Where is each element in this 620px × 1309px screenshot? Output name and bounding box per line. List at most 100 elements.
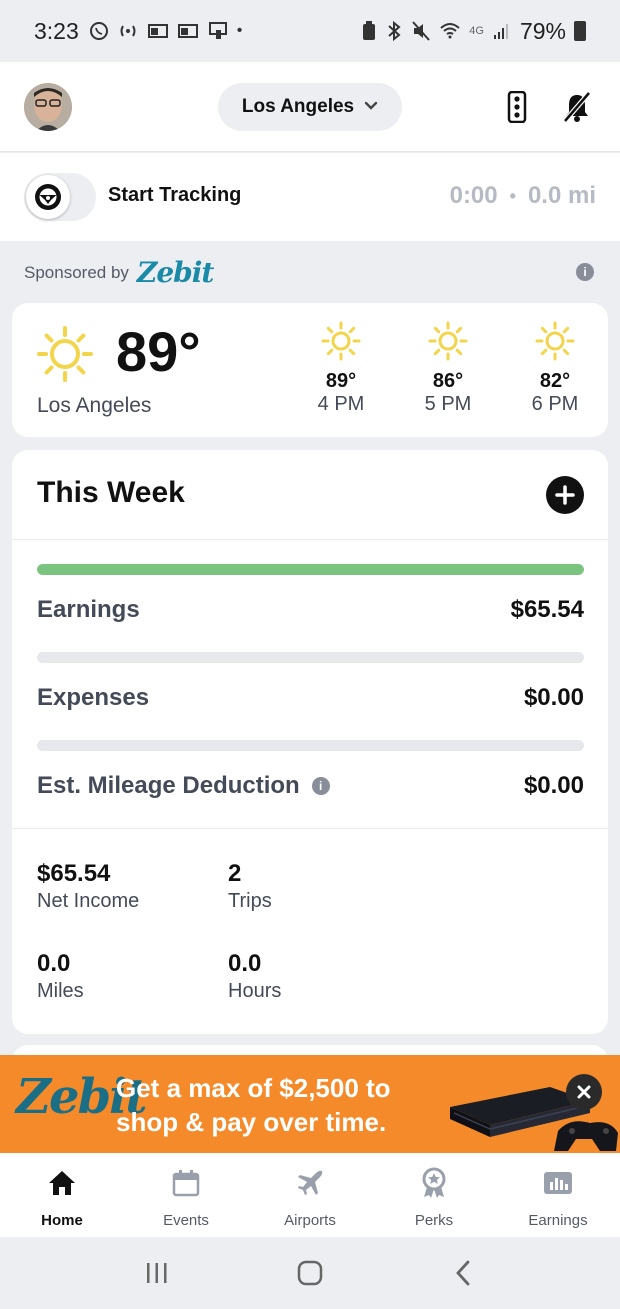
- tab-airports[interactable]: Airports: [248, 1153, 372, 1237]
- weather-city: Los Angeles: [37, 394, 152, 417]
- home-button[interactable]: [290, 1253, 330, 1293]
- tracking-bar: Start Tracking 0:00 • 0.0 mi: [0, 153, 620, 241]
- whatsapp-icon: [89, 22, 108, 40]
- broadcast-icon: [120, 25, 136, 37]
- net-income-stat: $65.54 Net Income: [37, 860, 139, 913]
- tracking-separator: •: [509, 185, 516, 206]
- trips-value: 2: [228, 860, 242, 887]
- app-header: Los Angeles: [0, 62, 620, 152]
- tab-home[interactable]: Home: [0, 1153, 124, 1237]
- divider: [12, 539, 608, 540]
- earnings-label: Earnings: [37, 596, 140, 623]
- forecast-item: 82° 6 PM: [515, 321, 595, 416]
- ad-banner[interactable]: Zebit Get a max of $2,500 to shop & pay …: [0, 1055, 620, 1153]
- back-button[interactable]: [443, 1253, 483, 1293]
- forecast-hour: 5 PM: [424, 393, 472, 415]
- battery-icon: [574, 21, 586, 41]
- hours-stat: 0.0 Hours: [228, 950, 281, 1003]
- traffic-light-icon[interactable]: [500, 90, 534, 124]
- tab-earnings[interactable]: Earnings: [496, 1153, 620, 1237]
- forecast-hour: 6 PM: [531, 393, 579, 415]
- home-icon: [46, 1167, 78, 1199]
- tracking-distance: 0.0 mi: [527, 182, 596, 209]
- status-time: 3:23: [34, 17, 79, 44]
- info-icon[interactable]: i: [311, 777, 330, 795]
- tab-label: Earnings: [528, 1212, 588, 1229]
- earnings-value: $65.54: [510, 596, 584, 623]
- expenses-progress-bar: [37, 652, 584, 663]
- trips-label: Trips: [228, 890, 272, 912]
- tab-label: Events: [163, 1212, 209, 1229]
- forecast-item: 89° 4 PM: [301, 321, 381, 416]
- sponsored-by-label: Sponsored by: [24, 262, 129, 282]
- battery-percent: 79%: [519, 17, 566, 44]
- notifications-off-icon[interactable]: [560, 90, 594, 124]
- tab-label: Home: [41, 1212, 83, 1229]
- current-temperature: 89°: [116, 320, 201, 383]
- tracking-stats: 0:00 • 0.0 mi: [450, 182, 596, 210]
- airplane-icon: [294, 1167, 326, 1199]
- sun-icon: [321, 321, 361, 361]
- battery-saver-icon: [363, 21, 376, 40]
- chevron-down-icon: [364, 98, 378, 114]
- bottom-tab-bar: Home Events Airports Perks Earnings: [0, 1153, 620, 1237]
- forecast-temp: 82°: [539, 370, 571, 392]
- sun-icon: [36, 325, 94, 388]
- tab-events[interactable]: Events: [124, 1153, 248, 1237]
- start-tracking-label: Start Tracking: [108, 184, 242, 206]
- add-entry-button[interactable]: [546, 476, 584, 514]
- trips-stat: 2 Trips: [228, 860, 272, 913]
- toggle-knob: [26, 175, 70, 219]
- earnings-progress-bar: [37, 564, 584, 575]
- weather-card: 89° Los Angeles 89° 4 PM 86° 5 PM 82° 6 …: [12, 303, 608, 437]
- close-icon: [577, 1085, 591, 1099]
- device-icon: [208, 22, 227, 39]
- mileage-deduction-value: $0.00: [523, 772, 584, 799]
- tracking-toggle[interactable]: [24, 173, 96, 221]
- wifi-icon: [440, 23, 460, 39]
- signal-icon: [493, 24, 508, 39]
- miles-stat: 0.0 Miles: [37, 950, 84, 1003]
- dot-icon: •: [236, 22, 243, 39]
- tab-perks[interactable]: Perks: [372, 1153, 496, 1237]
- system-icons: 4G 79%: [361, 18, 586, 45]
- zebit-logo[interactable]: Zebit: [137, 256, 214, 289]
- ad-banner-text: Get a max of $2,500 to shop & pay over t…: [116, 1073, 391, 1137]
- expenses-label[interactable]: Expenses: [37, 684, 149, 712]
- bar-chart-icon: [542, 1167, 574, 1199]
- sponsor-line: Sponsored by Zebit: [24, 256, 214, 289]
- award-icon: [418, 1167, 450, 1199]
- system-nav-bar: [0, 1237, 620, 1309]
- city-selector[interactable]: Los Angeles: [218, 83, 402, 131]
- this-week-card: This Week Earnings $65.54 Expenses $0.00…: [12, 450, 608, 1034]
- net-income-label: Net Income: [37, 890, 140, 912]
- close-ad-button[interactable]: [566, 1074, 602, 1110]
- expenses-value: $0.00: [523, 684, 584, 711]
- mileage-progress-bar: [37, 740, 584, 751]
- bluetooth-icon: [388, 20, 401, 42]
- forecast-temp: 89°: [325, 370, 357, 392]
- avatar[interactable]: [24, 83, 72, 131]
- network-type: 4G: [469, 25, 484, 37]
- forecast-item: 86° 5 PM: [408, 321, 488, 416]
- outlook-icon-2: [177, 24, 198, 38]
- divider: [12, 828, 608, 829]
- status-bar: 3:23 • 4G 79%: [0, 0, 620, 62]
- sponsor-info-icon[interactable]: i: [576, 263, 594, 281]
- earnings-progress-fill: [37, 564, 584, 575]
- mute-icon: [412, 21, 431, 41]
- city-selector-label: Los Angeles: [241, 96, 355, 117]
- miles-label: Miles: [37, 980, 84, 1002]
- tracking-duration: 0:00: [449, 182, 498, 209]
- mileage-deduction-label: Est. Mileage Deduction: [37, 772, 300, 799]
- outlook-icon: [147, 24, 168, 38]
- tab-label: Airports: [284, 1212, 336, 1229]
- recent-apps-button[interactable]: [137, 1253, 177, 1293]
- calendar-icon: [170, 1167, 202, 1199]
- sun-icon: [535, 321, 575, 361]
- net-income-value: $65.54: [37, 860, 111, 887]
- tab-label: Perks: [414, 1212, 454, 1229]
- miles-value: 0.0: [37, 950, 71, 977]
- mileage-deduction-row: Est. Mileage Deduction i: [37, 772, 330, 800]
- notification-icons: •: [89, 20, 243, 42]
